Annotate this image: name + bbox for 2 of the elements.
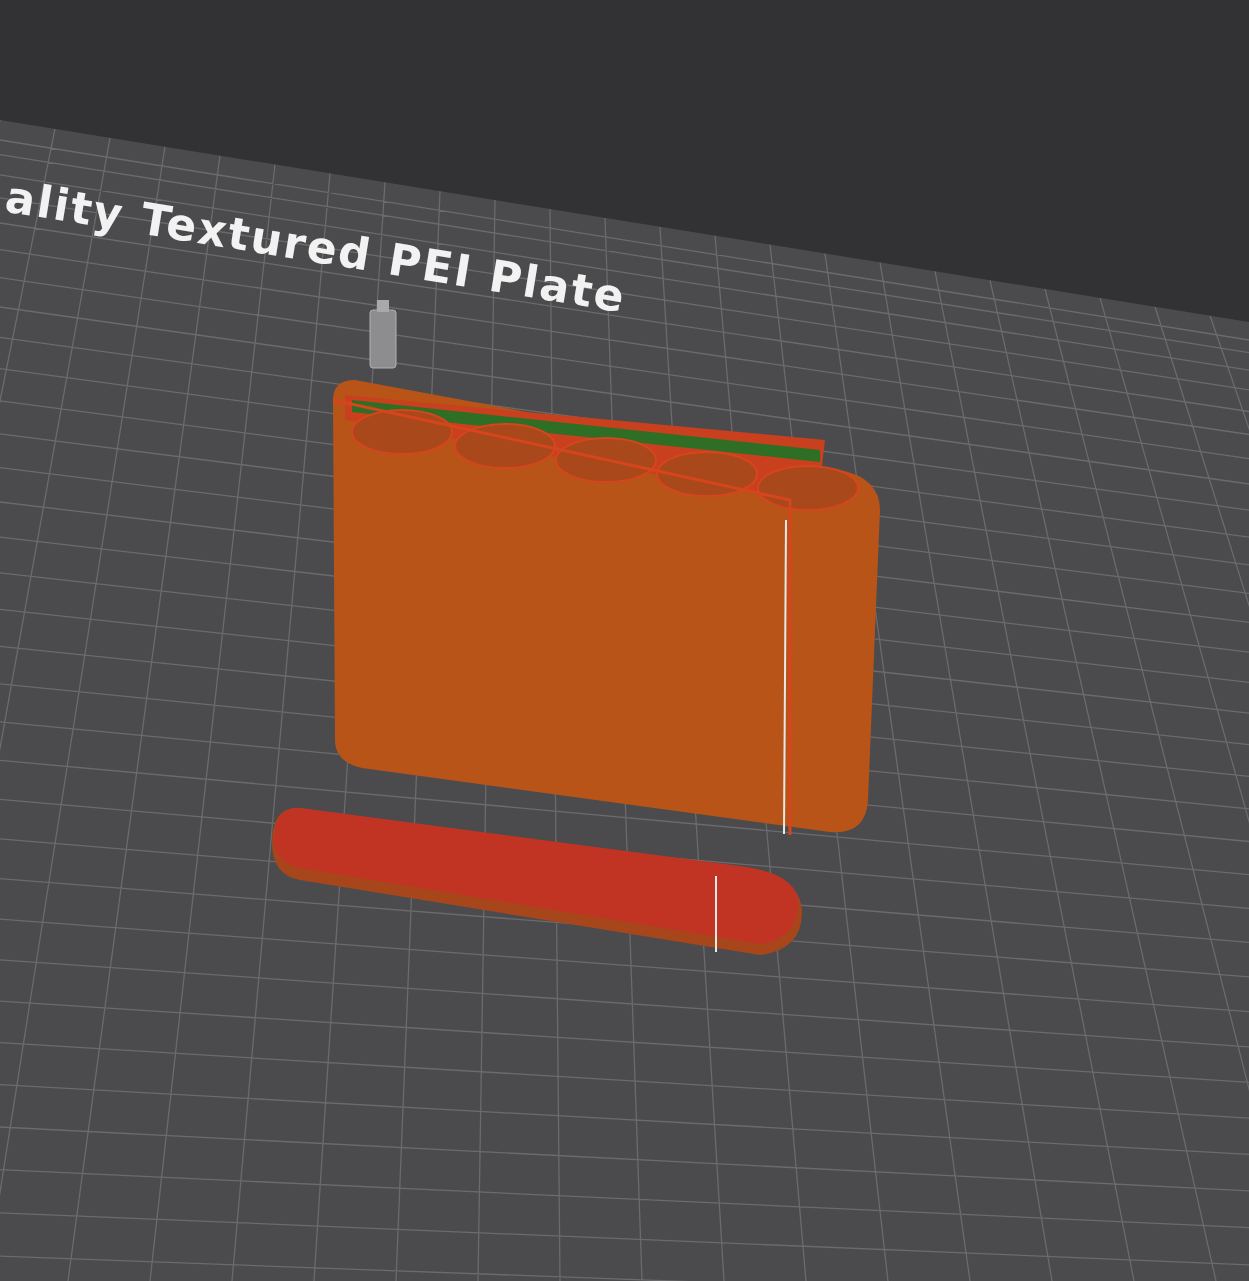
- nozzle-drawing: [369, 300, 397, 369]
- plate-label: ality Textured PEI Plate: [2, 170, 630, 323]
